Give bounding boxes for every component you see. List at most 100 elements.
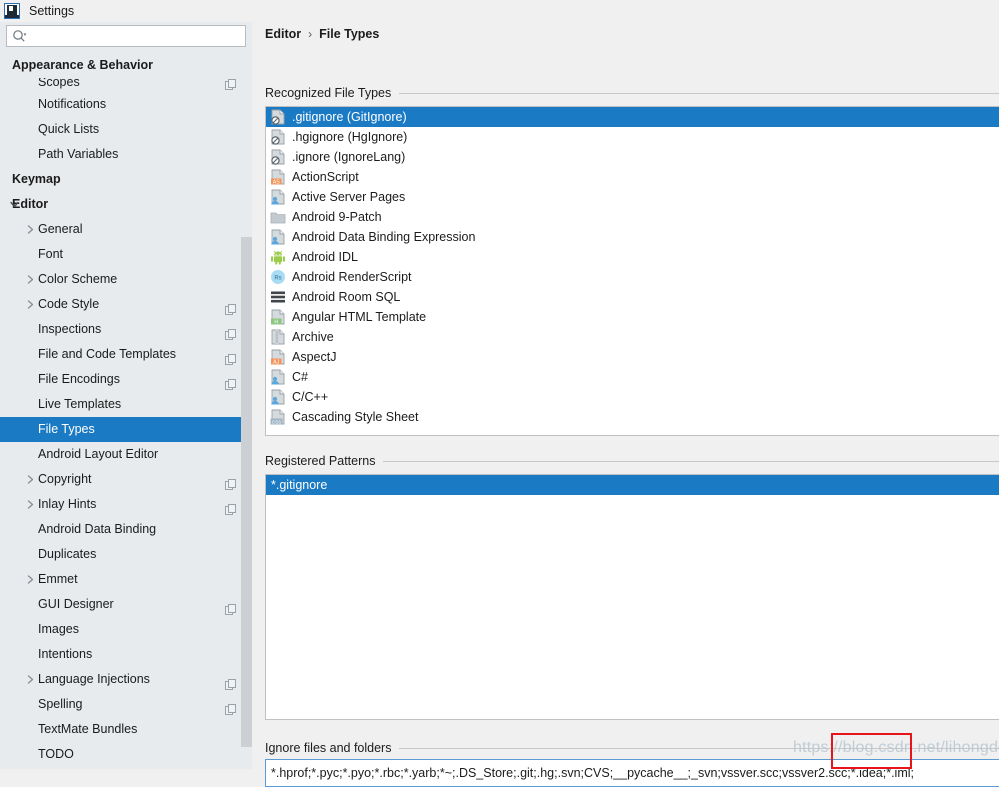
copy-settings-icon[interactable]: [225, 499, 236, 510]
svg-text:AJ: AJ: [273, 359, 279, 365]
file-type-row[interactable]: Archive: [266, 327, 999, 347]
sidebar-item-file-encodings[interactable]: File Encodings: [0, 367, 252, 392]
file-type-row[interactable]: .gitignore (GitIgnore): [266, 107, 999, 127]
sidebar-item-language-injections[interactable]: Language Injections: [0, 667, 252, 692]
sidebar-item-file-and-code-templates[interactable]: File and Code Templates: [0, 342, 252, 367]
sidebar-item-intentions[interactable]: Intentions: [0, 642, 252, 667]
sidebar-item-android-data-binding[interactable]: Android Data Binding: [0, 517, 252, 542]
chevron-right-icon: ›: [308, 27, 312, 41]
chevron-right-icon[interactable]: [24, 667, 36, 692]
file-type-row[interactable]: Android Room SQL: [266, 287, 999, 307]
sidebar-item-emmet[interactable]: Emmet: [0, 567, 252, 592]
search-field[interactable]: [6, 25, 246, 47]
sidebar-item-android-layout-editor[interactable]: Android Layout Editor: [0, 442, 252, 467]
pattern-row[interactable]: *.gitignore: [266, 475, 999, 495]
file-type-row[interactable]: HAngular HTML Template: [266, 307, 999, 327]
sidebar-item-path-variables[interactable]: Path Variables: [0, 142, 252, 167]
copy-settings-icon[interactable]: [225, 474, 236, 485]
sidebar-item-duplicates[interactable]: Duplicates: [0, 542, 252, 567]
copy-settings-icon[interactable]: [225, 349, 236, 360]
chevron-right-icon[interactable]: [24, 217, 36, 242]
sidebar-item-inlay-hints[interactable]: Inlay Hints: [0, 492, 252, 517]
sidebar-item-label: Copyright: [38, 467, 92, 492]
file-type-row[interactable]: .hgignore (HgIgnore): [266, 127, 999, 147]
sidebar-item-label: Images: [38, 617, 79, 642]
copy-settings-icon[interactable]: [225, 699, 236, 710]
file-type-label: Active Server Pages: [292, 187, 405, 207]
file-type-label: Android 9-Patch: [292, 207, 382, 227]
registered-patterns-list[interactable]: *.gitignore: [265, 474, 999, 720]
sidebar-item-label: Scopes: [38, 78, 80, 87]
file-type-row[interactable]: C#: [266, 367, 999, 387]
sidebar-item-label: Inlay Hints: [38, 492, 96, 517]
search-input[interactable]: [27, 27, 227, 45]
actionscript-file-icon: AS: [270, 169, 286, 185]
group-label-text: Ignore files and folders: [265, 741, 399, 755]
sidebar-item-gui-designer[interactable]: GUI Designer: [0, 592, 252, 617]
file-type-row[interactable]: Android 9-Patch: [266, 207, 999, 227]
file-type-label: .ignore (IgnoreLang): [292, 147, 405, 167]
copy-settings-icon[interactable]: [225, 374, 236, 385]
copy-settings-icon[interactable]: [225, 324, 236, 335]
ignore-files-field[interactable]: [265, 759, 999, 787]
ignore-files-input[interactable]: [271, 763, 999, 783]
recognized-file-types-list[interactable]: .gitignore (GitIgnore).hgignore (HgIgnor…: [265, 106, 999, 436]
group-divider-line: [399, 93, 999, 94]
file-type-row[interactable]: Rs Android RenderScript: [266, 267, 999, 287]
file-type-row[interactable]: ASActionScript: [266, 167, 999, 187]
sidebar-scrollbar-thumb[interactable]: [241, 237, 252, 747]
sidebar-item-label: Path Variables: [38, 142, 118, 167]
breadcrumb-parent[interactable]: Editor: [265, 27, 301, 41]
sidebar-item-label: Spelling: [38, 692, 82, 717]
chevron-right-icon[interactable]: [24, 292, 36, 317]
file-type-row[interactable]: C/C++: [266, 387, 999, 407]
sidebar-item-label: Android Data Binding: [38, 517, 156, 542]
copy-settings-icon[interactable]: [225, 674, 236, 685]
sidebar-item-font[interactable]: Font: [0, 242, 252, 267]
sidebar-item-color-scheme[interactable]: Color Scheme: [0, 267, 252, 292]
sidebar-item-keymap[interactable]: Keymap: [0, 167, 252, 192]
file-type-row[interactable]: CSSCascading Style Sheet: [266, 407, 999, 427]
chevron-right-icon[interactable]: [24, 467, 36, 492]
file-type-row[interactable]: .ignore (IgnoreLang): [266, 147, 999, 167]
sidebar-item-textmate-bundles[interactable]: TextMate Bundles: [0, 717, 252, 742]
group-divider-line: [399, 748, 999, 749]
copy-settings-icon[interactable]: [225, 299, 236, 310]
sidebar-item-todo[interactable]: TODO: [0, 742, 252, 767]
custom-file-icon: [270, 369, 286, 385]
sidebar-item-label: Notifications: [38, 92, 106, 117]
search-field-wrapper[interactable]: [6, 25, 246, 47]
chevron-down-icon[interactable]: [8, 192, 20, 217]
file-type-row[interactable]: Android IDL: [266, 247, 999, 267]
chevron-right-icon[interactable]: [24, 567, 36, 592]
file-type-row[interactable]: Android Data Binding Expression: [266, 227, 999, 247]
sidebar-item-label: File and Code Templates: [38, 342, 176, 367]
sidebar-item-file-types[interactable]: File Types: [0, 417, 252, 442]
sidebar-item-notifications[interactable]: Notifications: [0, 92, 252, 117]
sidebar-item-live-templates[interactable]: Live Templates: [0, 392, 252, 417]
sidebar-item-inspections[interactable]: Inspections: [0, 317, 252, 342]
file-type-label: C/C++: [292, 387, 328, 407]
breadcrumb-current: File Types: [319, 27, 379, 41]
sidebar-item-spelling[interactable]: Spelling: [0, 692, 252, 717]
chevron-right-icon[interactable]: [24, 267, 36, 292]
file-type-label: Android RenderScript: [292, 267, 412, 287]
chevron-right-icon[interactable]: [24, 492, 36, 517]
copy-settings-icon[interactable]: [225, 599, 236, 610]
file-type-row[interactable]: Active Server Pages: [266, 187, 999, 207]
renderscript-icon: Rs: [270, 269, 286, 285]
sidebar-item-code-style[interactable]: Code Style: [0, 292, 252, 317]
sidebar-item-appearance-behavior[interactable]: Appearance & Behavior: [0, 53, 252, 78]
sidebar-item-quick-lists[interactable]: Quick Lists: [0, 117, 252, 142]
sidebar-item-scopes[interactable]: Scopes: [0, 78, 252, 92]
sidebar-item-general[interactable]: General: [0, 217, 252, 242]
sidebar-item-images[interactable]: Images: [0, 617, 252, 642]
file-type-label: .gitignore (GitIgnore): [292, 107, 407, 127]
sidebar-item-editor[interactable]: Editor: [0, 192, 252, 217]
settings-tree[interactable]: Appearance & BehaviorScopes Notifications…: [0, 53, 252, 769]
file-type-row[interactable]: AJAspectJ: [266, 347, 999, 367]
sidebar-item-copyright[interactable]: Copyright: [0, 467, 252, 492]
sidebar-item-label: Keymap: [12, 167, 61, 192]
copy-settings-icon[interactable]: [225, 79, 236, 90]
angular-html-icon: H: [270, 309, 286, 325]
